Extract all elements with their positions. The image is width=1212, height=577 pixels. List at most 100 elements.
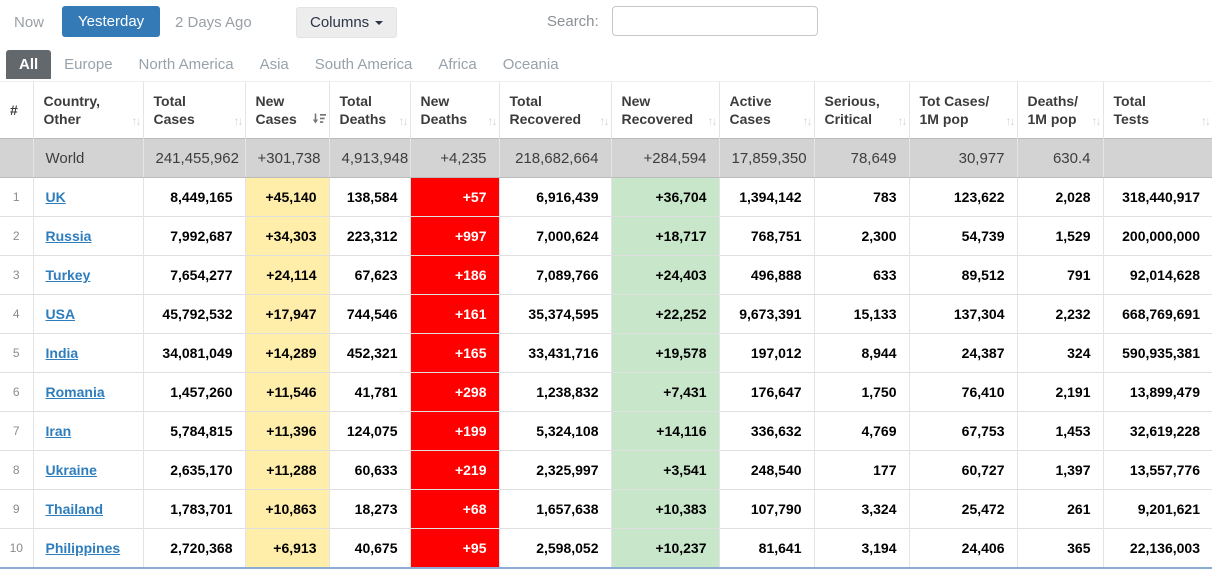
cell-active-cases: 176,647 — [719, 373, 814, 412]
cell-new-deaths: +57 — [410, 178, 499, 217]
country-link[interactable]: Thailand — [46, 501, 104, 517]
cell-new-cases: +17,947 — [245, 295, 329, 334]
cell-cases-per-1m: 89,512 — [909, 256, 1017, 295]
country-link[interactable]: Romania — [46, 384, 105, 400]
cell-total-deaths: 124,075 — [329, 412, 410, 451]
cell-total-cases: 241,455,962 — [143, 139, 245, 178]
col-header-tot-cases-1m-pop[interactable]: Tot Cases/1M pop↑↓ — [909, 82, 1017, 139]
two-days-ago-button[interactable]: 2 Days Ago — [167, 8, 260, 37]
now-button[interactable]: Now — [6, 8, 52, 37]
col-header-new-recovered[interactable]: NewRecovered↑↓ — [611, 82, 719, 139]
cell-serious-critical: 78,649 — [814, 139, 909, 178]
country-link[interactable]: Ukraine — [46, 462, 97, 478]
cell-new-recovered: +14,116 — [611, 412, 719, 451]
covid-stats-table: #Country,Other↑↓TotalCases↑↓NewCasesTota… — [0, 81, 1212, 569]
country-row-iran: 7Iran5,784,815+11,396124,075+1995,324,10… — [0, 412, 1212, 451]
cell-total-recovered: 2,325,997 — [499, 451, 611, 490]
columns-button-label: Columns — [310, 14, 369, 31]
cell-total-tests: 22,136,003 — [1103, 529, 1212, 568]
col-header-label: TotalTests — [1114, 92, 1197, 128]
cell-deaths-per-1m: 2,232 — [1017, 295, 1103, 334]
country-link[interactable]: India — [46, 345, 79, 361]
col-header-total-cases[interactable]: TotalCases↑↓ — [143, 82, 245, 139]
country-link[interactable]: USA — [46, 306, 76, 322]
cell-deaths-per-1m: 791 — [1017, 256, 1103, 295]
sort-icon: ↑↓ — [399, 114, 407, 128]
col-header-active-cases[interactable]: ActiveCases↑↓ — [719, 82, 814, 139]
cell-total-tests: 13,899,479 — [1103, 373, 1212, 412]
cell-serious-critical: 15,133 — [814, 295, 909, 334]
cell-num — [0, 139, 33, 178]
cell-num: 7 — [0, 412, 33, 451]
col-header-label: ActiveCases — [730, 92, 798, 128]
tab-north-america[interactable]: North America — [126, 50, 247, 79]
cell-num: 10 — [0, 529, 33, 568]
tab-oceania[interactable]: Oceania — [490, 50, 572, 79]
cell-serious-critical: 1,750 — [814, 373, 909, 412]
cell-total-cases: 2,635,170 — [143, 451, 245, 490]
col-header-label: Deaths/1M pop — [1028, 92, 1087, 128]
cell-deaths-per-1m: 1,529 — [1017, 217, 1103, 256]
sort-descending-icon — [312, 113, 326, 128]
country-link[interactable]: Philippines — [46, 540, 121, 556]
cell-new-cases: +301,738 — [245, 139, 329, 178]
cell-num: 3 — [0, 256, 33, 295]
col-header-label: Tot Cases/1M pop — [920, 92, 1001, 128]
cell-total-deaths: 41,781 — [329, 373, 410, 412]
col-header-label: TotalDeaths — [340, 92, 394, 128]
country-link[interactable]: Turkey — [46, 267, 91, 283]
cell-total-tests: 590,935,381 — [1103, 334, 1212, 373]
cell-serious-critical: 177 — [814, 451, 909, 490]
col-header-label: NewDeaths — [421, 92, 483, 128]
cell-total-recovered: 1,238,832 — [499, 373, 611, 412]
cell-active-cases: 197,012 — [719, 334, 814, 373]
cell-new-deaths: +95 — [410, 529, 499, 568]
cell-cases-per-1m: 54,739 — [909, 217, 1017, 256]
cell-total-deaths: 138,584 — [329, 178, 410, 217]
tab-asia[interactable]: Asia — [247, 50, 302, 79]
cell-country: Ukraine — [33, 451, 143, 490]
cell-deaths-per-1m: 2,191 — [1017, 373, 1103, 412]
cell-new-recovered: +18,717 — [611, 217, 719, 256]
cell-total-deaths: 18,273 — [329, 490, 410, 529]
cell-total-deaths: 40,675 — [329, 529, 410, 568]
col-header-new-cases[interactable]: NewCases — [245, 82, 329, 139]
cell-new-cases: +11,288 — [245, 451, 329, 490]
col-header-serious-critical[interactable]: Serious,Critical↑↓ — [814, 82, 909, 139]
columns-dropdown-button[interactable]: Columns — [296, 7, 397, 38]
world-row: World241,455,962+301,7384,913,948+4,2352… — [0, 139, 1212, 178]
tab-europe[interactable]: Europe — [51, 50, 125, 79]
country-link[interactable]: UK — [46, 189, 66, 205]
col-header-country-other[interactable]: Country,Other↑↓ — [33, 82, 143, 139]
cell-active-cases: 81,641 — [719, 529, 814, 568]
col-header-deaths-1m-pop[interactable]: Deaths/1M pop↑↓ — [1017, 82, 1103, 139]
cell-total-recovered: 218,682,664 — [499, 139, 611, 178]
cell-active-cases: 248,540 — [719, 451, 814, 490]
col-header-total-deaths[interactable]: TotalDeaths ↑↓ — [329, 82, 410, 139]
tab-africa[interactable]: Africa — [425, 50, 489, 79]
country-row-usa: 4USA45,792,532+17,947744,546+16135,374,5… — [0, 295, 1212, 334]
cell-country: Philippines — [33, 529, 143, 568]
yesterday-button[interactable]: Yesterday — [62, 6, 160, 37]
cell-new-deaths: +219 — [410, 451, 499, 490]
col-header-total-recovered[interactable]: TotalRecovered↑↓ — [499, 82, 611, 139]
col-header-total-tests[interactable]: TotalTests↑↓ — [1103, 82, 1212, 139]
col-header-label: TotalCases — [154, 92, 229, 128]
cell-new-deaths: +199 — [410, 412, 499, 451]
tab-all[interactable]: All — [6, 50, 51, 79]
country-link[interactable]: Iran — [46, 423, 72, 439]
cell-deaths-per-1m: 365 — [1017, 529, 1103, 568]
cell-cases-per-1m: 67,753 — [909, 412, 1017, 451]
cell-new-recovered: +36,704 — [611, 178, 719, 217]
cell-active-cases: 1,394,142 — [719, 178, 814, 217]
cell-cases-per-1m: 123,622 — [909, 178, 1017, 217]
cell-serious-critical: 3,194 — [814, 529, 909, 568]
col-header-new-deaths[interactable]: NewDeaths↑↓ — [410, 82, 499, 139]
cell-new-recovered: +22,252 — [611, 295, 719, 334]
country-row-thailand: 9Thailand1,783,701+10,86318,273+681,657,… — [0, 490, 1212, 529]
country-link[interactable]: Russia — [46, 228, 92, 244]
cell-cases-per-1m: 76,410 — [909, 373, 1017, 412]
search-input[interactable] — [612, 6, 818, 36]
tab-south-america[interactable]: South America — [302, 50, 426, 79]
cell-num: 6 — [0, 373, 33, 412]
